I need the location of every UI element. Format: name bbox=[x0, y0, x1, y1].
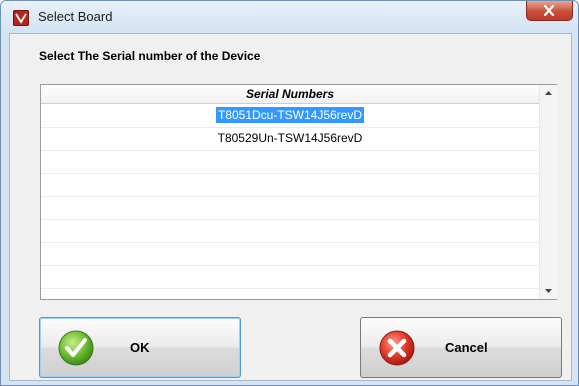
scroll-up-button[interactable] bbox=[540, 85, 557, 102]
window-title: Select Board bbox=[38, 9, 113, 24]
prompt-label: Select The Serial number of the Device bbox=[39, 49, 261, 63]
vertical-scrollbar[interactable] bbox=[539, 85, 557, 299]
table-row[interactable]: T8051Dcu-TSW14J56revD bbox=[41, 104, 539, 128]
table-row[interactable] bbox=[41, 265, 539, 289]
table-row[interactable] bbox=[41, 196, 539, 220]
table-row[interactable] bbox=[41, 219, 539, 243]
red-x-icon bbox=[379, 330, 415, 366]
close-button[interactable] bbox=[526, 1, 573, 21]
table-row[interactable] bbox=[41, 242, 539, 266]
chevron-up-icon bbox=[545, 91, 552, 95]
table-row[interactable] bbox=[41, 173, 539, 197]
ok-button[interactable]: OK bbox=[39, 317, 241, 378]
close-icon bbox=[543, 5, 555, 16]
app-logo-icon bbox=[13, 10, 29, 26]
chevron-down-icon bbox=[545, 289, 552, 293]
table-row[interactable]: T80529Un-TSW14J56revD bbox=[41, 127, 539, 151]
serial-number-cell: T8051Dcu-TSW14J56revD bbox=[215, 107, 365, 123]
scroll-down-button[interactable] bbox=[540, 282, 557, 299]
title-bar[interactable]: Select Board bbox=[1, 1, 578, 33]
cancel-button[interactable]: Cancel bbox=[360, 317, 562, 378]
cancel-button-label: Cancel bbox=[445, 340, 488, 355]
green-check-icon bbox=[58, 330, 94, 366]
table-row[interactable] bbox=[41, 150, 539, 174]
serial-number-cell: T80529Un-TSW14J56revD bbox=[217, 131, 363, 145]
ok-button-label: OK bbox=[130, 340, 150, 355]
serial-numbers-grid[interactable]: Serial Numbers T8051Dcu-TSW14J56revD T80… bbox=[40, 84, 557, 300]
column-header-serial-numbers[interactable]: Serial Numbers bbox=[41, 87, 539, 101]
select-board-window: Select Board Select The Serial number of… bbox=[0, 0, 579, 386]
grid-header[interactable]: Serial Numbers bbox=[41, 85, 539, 104]
